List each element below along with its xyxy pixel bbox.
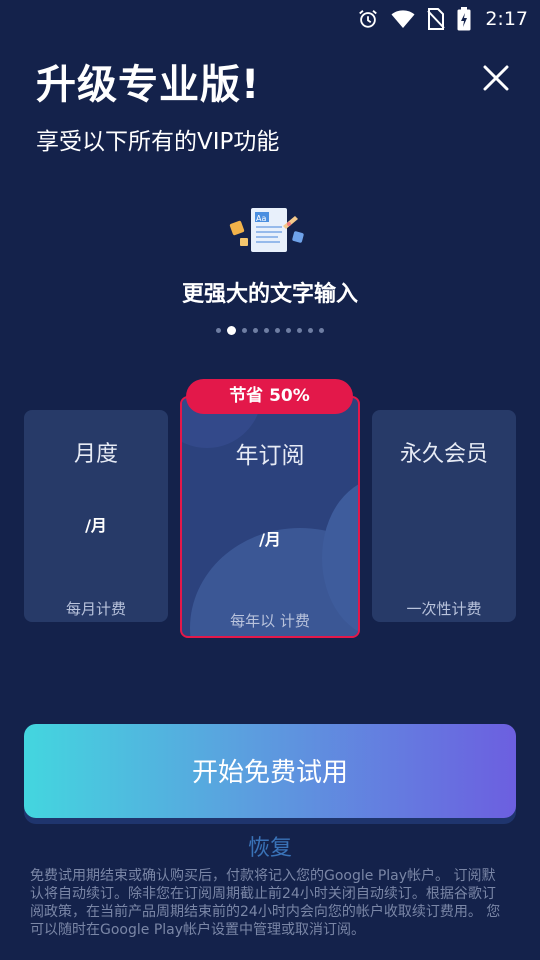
alarm-icon (357, 8, 379, 30)
page-title: 升级专业版! (36, 62, 261, 108)
plan-price: /月 (85, 516, 107, 535)
page-subtitle: 享受以下所有的VIP功能 (36, 129, 280, 155)
plan-card-yearly[interactable]: 年订阅 /月 每年以 计费 (180, 396, 360, 638)
text-input-illustration-icon: Aa (229, 202, 311, 258)
pager-dot[interactable] (253, 328, 258, 333)
plan-name: 年订阅 (235, 443, 305, 469)
pager-dot[interactable] (242, 328, 247, 333)
pager-dot[interactable] (308, 328, 313, 333)
plan-card-monthly[interactable]: 月度 /月 每月计费 (24, 410, 168, 622)
pager-dot[interactable] (216, 328, 221, 333)
close-icon (483, 65, 509, 91)
plan-name: 月度 (73, 442, 118, 467)
pager-dot[interactable] (275, 328, 280, 333)
upgrade-screen: 2:17 升级专业版! 享受以下所有的VIP功能 Aa 更强大的文字输入 月度 … (0, 0, 540, 960)
pager-dot[interactable] (297, 328, 302, 333)
legal-disclaimer: 免费试用期结束或确认购买后，付款将记入您的Google Play帐户。 订阅默认… (30, 868, 501, 938)
cta-label: 开始免费试用 (191, 758, 348, 788)
pager-dot-active[interactable] (227, 326, 236, 335)
plan-name: 永久会员 (399, 442, 488, 467)
battery-charging-icon (457, 7, 471, 31)
svg-text:Aa: Aa (256, 214, 266, 223)
pager-dot[interactable] (319, 328, 324, 333)
start-free-trial-button[interactable]: 开始免费试用 (24, 724, 516, 818)
status-bar: 2:17 (0, 0, 540, 36)
pager-dot[interactable] (264, 328, 269, 333)
plan-billing-note: 每月计费 (65, 600, 126, 618)
restore-purchase-link[interactable]: 恢复 (0, 830, 540, 862)
plan-card-lifetime[interactable]: 永久会员 一次性计费 (372, 410, 516, 622)
pager-dot[interactable] (286, 328, 291, 333)
status-icons: 2:17 (357, 7, 528, 31)
no-sim-icon (427, 8, 446, 30)
plan-billing-note: 一次性计费 (406, 600, 482, 618)
close-button[interactable] (482, 64, 510, 92)
plan-price: /月 (259, 530, 281, 549)
feature-title: 更强大的文字输入 (181, 282, 358, 307)
status-time: 2:17 (485, 8, 528, 30)
feature-pager[interactable] (0, 326, 540, 335)
plan-billing-note: 每年以 计费 (230, 612, 310, 630)
wifi-icon (391, 9, 415, 29)
save-badge: 节省 50% (186, 379, 353, 414)
